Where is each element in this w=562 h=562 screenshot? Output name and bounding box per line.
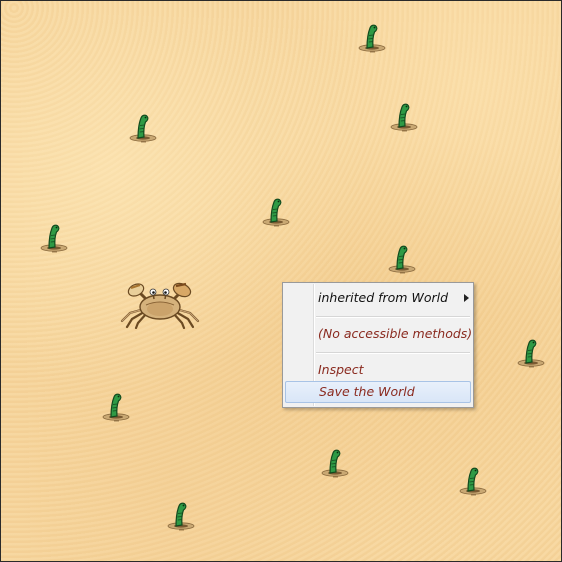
worm-icon[interactable] (164, 497, 198, 531)
menu-item-label: (No accessible methods) (318, 326, 473, 341)
menu-item-no-accessible-methods: (No accessible methods) (283, 323, 473, 345)
game-world[interactable]: inherited from World (No accessible meth… (0, 0, 562, 562)
worm-icon[interactable] (514, 334, 548, 368)
menu-item-inherited-from-world[interactable]: inherited from World (283, 287, 473, 309)
menu-item-inspect[interactable]: Inspect (283, 359, 473, 381)
menu-item-label: inherited from World (318, 290, 449, 305)
worm-icon[interactable] (355, 19, 389, 53)
worm-icon[interactable] (37, 219, 71, 253)
worm-icon[interactable] (385, 240, 419, 274)
menu-item-label: Save the World (319, 384, 415, 399)
menu-separator (316, 352, 470, 354)
menu-item-label: Inspect (318, 362, 364, 377)
worm-icon[interactable] (318, 444, 352, 478)
worm-icon[interactable] (259, 193, 293, 227)
context-menu: inherited from World (No accessible meth… (282, 282, 474, 408)
worm-icon[interactable] (387, 98, 421, 132)
menu-item-save-the-world[interactable]: Save the World (285, 381, 471, 403)
worm-icon[interactable] (456, 462, 490, 496)
worm-icon[interactable] (126, 109, 160, 143)
submenu-arrow-icon (464, 294, 469, 302)
menu-separator (316, 316, 470, 318)
worm-icon[interactable] (99, 388, 133, 422)
crab-icon[interactable] (118, 279, 202, 330)
